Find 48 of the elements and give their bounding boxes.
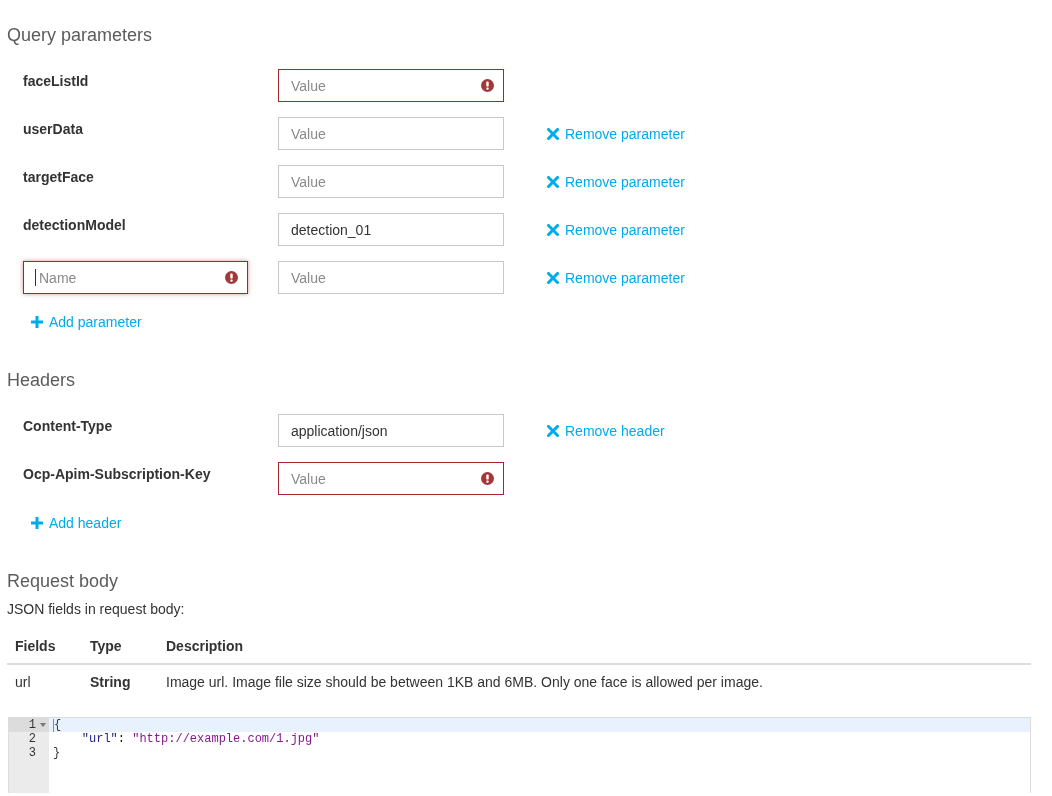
- table-cell: String: [82, 664, 158, 700]
- error-icon: [481, 79, 494, 92]
- name-input[interactable]: Name: [23, 261, 248, 294]
- code-line: "url": "http://example.com/1.jpg": [81, 732, 320, 746]
- parameter-name: userData: [23, 121, 83, 137]
- section-title: Request body: [7, 570, 119, 593]
- parameter-name: detectionModel: [23, 217, 126, 233]
- body-caption: JSON fields in request body:: [7, 600, 185, 619]
- plus-icon: [31, 316, 43, 328]
- remove-link[interactable]: Remove parameter: [547, 220, 685, 239]
- error-icon: [225, 271, 238, 284]
- column-header: Type: [82, 629, 158, 664]
- error-icon: [481, 472, 494, 485]
- remove-link[interactable]: Remove parameter: [547, 172, 685, 191]
- close-icon: [547, 127, 559, 140]
- add-link[interactable]: Add parameter: [31, 313, 142, 331]
- text-cursor: [53, 718, 54, 732]
- line-number: 2: [27, 732, 36, 746]
- text-cursor: [35, 269, 36, 286]
- parameter-name: faceListId: [23, 73, 89, 89]
- add-link[interactable]: Add header: [31, 514, 122, 532]
- line-number: 1: [27, 718, 36, 732]
- close-icon: [547, 175, 559, 188]
- code-line: {: [54, 718, 62, 732]
- table-cell: Image url. Image file size should be between 1KB and 6MB. Only one face is allowed per image.: [158, 664, 1031, 700]
- table-cell: url: [7, 664, 82, 700]
- parameter-name: Ocp-Apim-Subscription-Key: [23, 466, 211, 482]
- parameter-name: Content-Type: [23, 418, 113, 434]
- column-header: Fields: [7, 629, 82, 664]
- code-line: }: [53, 746, 61, 760]
- remove-link[interactable]: Remove parameter: [547, 268, 685, 287]
- close-icon: [547, 424, 559, 437]
- section-title: Query parameters: [7, 24, 153, 47]
- value-input[interactable]: detection_01: [278, 213, 504, 246]
- value-input[interactable]: Value: [278, 69, 504, 102]
- remove-link[interactable]: Remove header: [547, 421, 665, 440]
- remove-link[interactable]: Remove parameter: [547, 124, 685, 143]
- value-input[interactable]: Value: [278, 462, 504, 495]
- plus-icon: [31, 517, 43, 529]
- section-title: Headers: [7, 369, 76, 392]
- column-header: Description: [158, 629, 1031, 664]
- close-icon: [547, 271, 559, 284]
- code-editor[interactable]: 1 2 3 { "url": "http://example.com/1.jpg" }: [8, 717, 1031, 793]
- parameter-name: targetFace: [23, 169, 94, 185]
- close-icon: [547, 223, 559, 236]
- line-number: 3: [27, 746, 36, 760]
- value-input[interactable]: application/json: [278, 414, 504, 447]
- caret-icon[interactable]: [39, 723, 46, 727]
